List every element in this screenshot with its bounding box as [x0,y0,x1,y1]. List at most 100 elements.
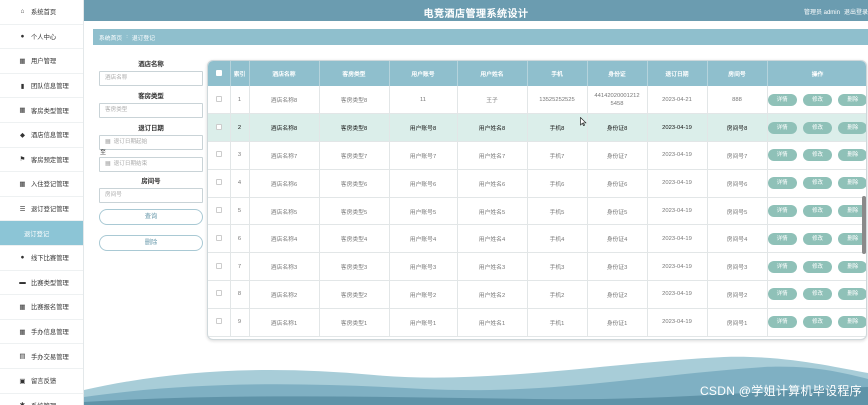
table-cell: 13525252525 [527,86,588,115]
delete-button[interactable]: 删除 [838,149,866,162]
sidebar-item-label: 用户管理 [31,58,57,66]
sidebar-item[interactable]: ▤ 手办交易管理 [0,344,83,369]
edit-button[interactable]: 修改 [802,149,833,162]
row-checkbox-cell[interactable] [208,252,231,282]
edit-button[interactable]: 修改 [802,288,833,301]
delete-button[interactable]: 删除 [838,93,866,106]
detail-button[interactable]: 详情 [767,93,797,106]
column-header: 手机 [527,61,588,86]
logout-link[interactable]: 退出登录 [844,10,868,16]
edit-button[interactable]: 修改 [802,260,833,273]
date-range-to: 至 [100,150,107,156]
sidebar-item[interactable]: ▦ 比赛报名管理 [0,295,83,320]
table-cell: 5 [230,197,250,226]
hotel-name-input[interactable]: 酒店名称 [99,71,203,86]
sidebar-item[interactable]: ● 个人中心 [0,25,83,50]
sidebar-item[interactable]: ▦ 入住登记管理 [0,172,83,197]
sidebar-item-label: 比赛报名管理 [31,304,69,312]
table-cell: 手机5 [527,197,588,226]
table-cell: 2 [230,113,250,143]
sidebar-item[interactable]: ▮ 团队信息管理 [0,74,83,99]
table-cell: 用户姓名1 [457,308,528,337]
sidebar-item[interactable]: ▦ 用户管理 [0,49,83,74]
breadcrumb-home[interactable]: 系统首页 [99,33,122,42]
detail-button[interactable]: 详情 [767,232,797,245]
row-checkbox[interactable] [215,179,222,186]
sidebar-item[interactable]: ▦ 手办信息管理 [0,320,83,345]
sidebar-item[interactable]: ▦ 客房类型管理 [0,98,83,123]
sidebar-item-label: 入住登记管理 [31,181,69,189]
table-cell: 用户姓名8 [457,113,528,143]
room-no-input[interactable]: 房间号 [99,188,203,203]
person-icon: ● [20,254,25,262]
detail-button[interactable]: 详情 [767,316,797,329]
row-checkbox[interactable] [215,95,222,102]
row-checkbox[interactable] [215,123,222,130]
delete-button[interactable]: 删除 [838,260,866,273]
row-checkbox-cell[interactable] [208,224,231,254]
row-checkbox-cell[interactable] [208,169,231,198]
sidebar-item[interactable]: ▬ 比赛类型管理 [0,271,83,296]
table-cell: 用户账号1 [389,308,458,337]
sidebar-item[interactable]: ▣ 留言反馈 [0,369,83,394]
room-type-input[interactable]: 客房类型 [99,103,203,118]
sidebar-item[interactable]: ⚑ 客房预定管理 [0,148,83,173]
sidebar-item[interactable]: ☰ 退订登记管理 [0,197,83,222]
detail-button[interactable]: 详情 [767,177,797,190]
delete-button[interactable]: 删除 [838,316,866,329]
checkbox[interactable] [215,69,222,76]
calendar-icon: ▦ [105,161,111,167]
row-checkbox-cell[interactable] [208,280,231,309]
row-checkbox[interactable] [215,318,222,325]
edit-button[interactable]: 修改 [802,177,833,190]
edit-button[interactable]: 修改 [802,121,833,134]
edit-button[interactable]: 修改 [802,205,833,218]
edit-button[interactable]: 修改 [802,232,833,245]
query-button[interactable]: 查询 [99,209,203,225]
table-row: 2 酒店名称8 客房类型8 用户账号8 用户姓名8 手机8 身份证8 2023-04-19 房间… [208,113,866,143]
sidebar-item[interactable]: ✱ 系统管理 [0,394,83,405]
sidebar-item[interactable]: ⌂ 系统首页 [0,0,83,25]
detail-button[interactable]: 详情 [767,288,797,301]
grid-icon: ▦ [19,328,26,336]
row-checkbox-cell[interactable] [208,86,231,115]
table-cell: 身份证1 [587,308,648,337]
delete-button[interactable]: 删除 [838,177,866,190]
delete-button[interactable]: 删除 [838,288,866,301]
sidebar-item[interactable]: ◆ 酒店信息管理 [0,123,83,148]
search-panel: 酒店名称 酒店名称 客房类型 客房类型 退订日期 ▦ 退订日期起始 至 ▦ 退订日期… [99,60,203,251]
date-start-input[interactable]: ▦ 退订日期起始 [99,135,203,150]
detail-button[interactable]: 详情 [767,121,797,134]
sidebar-item-label: 系统首页 [31,9,57,17]
sidebar-item[interactable]: ● 线下比赛管理 [0,246,83,271]
detail-button[interactable]: 详情 [767,205,797,218]
table-cell: 用户账号5 [389,197,458,226]
table-cell: 客房类型4 [319,224,390,254]
row-checkbox-cell[interactable] [208,308,231,337]
scrollbar[interactable] [862,196,866,254]
location-icon: ◆ [20,131,25,139]
row-checkbox-cell[interactable] [208,197,231,226]
detail-button[interactable]: 详情 [767,260,797,273]
delete-selected-button[interactable]: 删除 [99,235,203,251]
column-header: 用户账号 [389,61,458,86]
table-cell: 6 [230,224,250,254]
bar-chart-icon: ▮ [20,82,25,90]
edit-button[interactable]: 修改 [802,93,833,106]
row-checkbox[interactable] [215,151,222,158]
row-checkbox-cell[interactable] [208,113,231,143]
select-all-checkbox[interactable] [208,61,231,86]
row-checkbox[interactable] [215,234,222,241]
detail-button[interactable]: 详情 [767,149,797,162]
row-checkbox[interactable] [215,262,222,269]
grid-icon: ▦ [19,303,26,311]
delete-button[interactable]: 删除 [838,121,866,134]
date-end-input[interactable]: ▦ 退订日期结束 [99,157,203,172]
row-checkbox-cell[interactable] [208,141,231,170]
row-checkbox[interactable] [215,207,222,214]
edit-button[interactable]: 修改 [802,316,833,329]
row-checkbox[interactable] [215,290,222,297]
table-row: 5 酒店名称5 客房类型5 用户账号5 用户姓名5 手机5 身份证5 2023-04-19 房间… [208,197,866,226]
sidebar-item[interactable]: 退订登记 [0,221,83,246]
table-cell: 身份证7 [587,141,648,170]
